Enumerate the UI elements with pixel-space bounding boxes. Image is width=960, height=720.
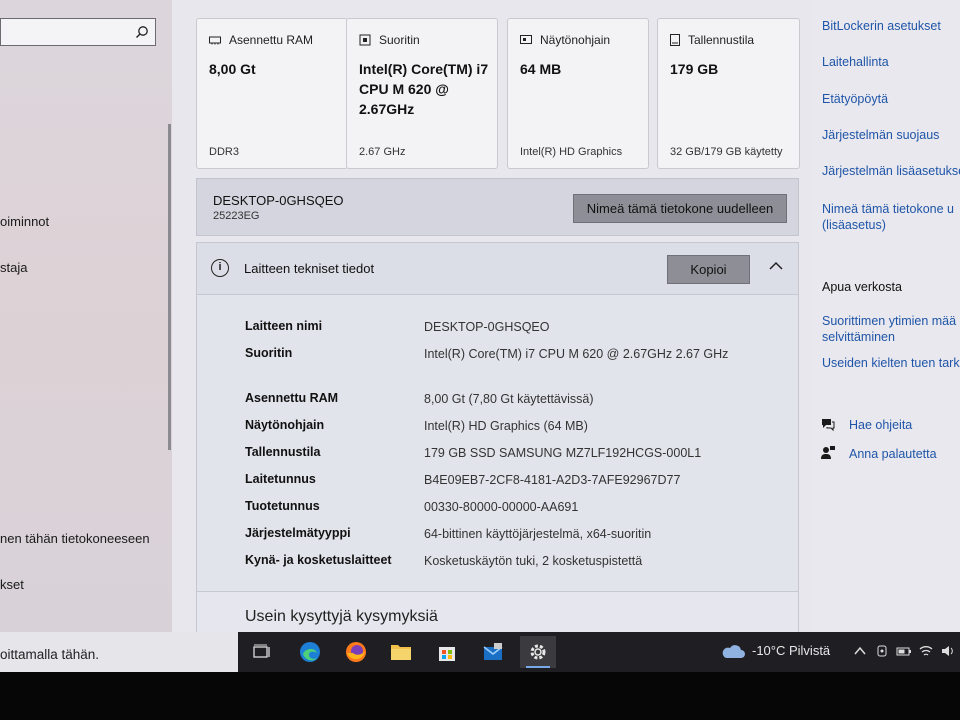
weather-text[interactable]: -10°C Pilvistä <box>752 643 830 658</box>
link-remote-desktop[interactable]: Etätyöpöytä <box>822 91 888 107</box>
spec-key: Suoritin <box>245 346 293 360</box>
sidebar-item-1[interactable]: oiminnot <box>0 214 49 229</box>
spec-key: Laitetunnus <box>245 472 316 486</box>
card-ram-label: Asennettu RAM <box>229 33 314 47</box>
copy-button[interactable]: Kopioi <box>667 255 750 284</box>
help-title: Apua verkosta <box>822 280 902 294</box>
spec-key: Laitteen nimi <box>245 319 323 333</box>
link-advanced-settings[interactable]: Järjestelmän lisäasetukse <box>822 163 960 179</box>
spec-key: Kynä- ja kosketuslaitteet <box>245 553 392 567</box>
card-gpu-sub: Intel(R) HD Graphics <box>520 146 623 158</box>
card-storage: Tallennustila 179 GB 32 GB/179 GB käytet… <box>657 18 800 169</box>
card-storage-sub: 32 GB/179 GB käytetty <box>670 146 783 158</box>
spec-key: Tallennustila <box>245 445 321 459</box>
mail-icon[interactable] <box>475 636 511 668</box>
volume-icon[interactable] <box>940 643 956 659</box>
spec-value: 64-bittinen käyttöjärjestelmä, x64-suori… <box>424 527 652 541</box>
spec-value: 179 GB SSD SAMSUNG MZ7LF192HCGS-000L1 <box>424 446 702 460</box>
spec-key: Näytönohjain <box>245 418 325 432</box>
card-ram-sub: DDR3 <box>209 146 239 158</box>
wifi-icon[interactable] <box>918 643 934 659</box>
card-gpu-label: Näytönohjain <box>540 33 611 47</box>
device-specs-title: Laitteen tekniset tiedot <box>244 261 375 276</box>
rename-pc-button[interactable]: Nimeä tämä tietokone uudelleen <box>573 194 787 223</box>
settings-search-input[interactable] <box>0 18 156 46</box>
card-cpu-value: Intel(R) Core(TM) i7 CPU M 620 @ 2.67GHz <box>359 61 489 117</box>
card-ram: Asennettu RAM 8,00 Gt DDR3 <box>196 18 348 169</box>
card-gpu-value: 64 MB <box>520 61 562 77</box>
spec-value: Intel(R) Core(TM) i7 CPU M 620 @ 2.67GHz… <box>424 347 729 361</box>
link-bitlocker[interactable]: BitLockerin asetukset <box>822 18 941 34</box>
search-icon[interactable] <box>135 25 149 39</box>
taskbar: oittamalla tähän. -10°C Pilvistä <box>0 632 960 672</box>
link-rename-advanced[interactable]: Nimeä tämä tietokone u (lisäasetus) <box>822 201 960 233</box>
sidebar-item-3[interactable]: nen tähän tietokoneeseen <box>0 531 150 546</box>
give-feedback-link[interactable]: Anna palautetta <box>849 446 937 462</box>
firefox-icon[interactable] <box>338 636 374 668</box>
feedback-icon <box>821 446 835 459</box>
cloud-icon[interactable] <box>720 642 746 660</box>
info-icon: i <box>211 259 229 277</box>
related-settings-pane: BitLockerin asetukset Laitehallinta Etät… <box>812 0 960 636</box>
spec-value: 00330-80000-00000-AA691 <box>424 500 579 514</box>
storage-icon <box>670 34 680 46</box>
spec-key: Järjestelmätyyppi <box>245 526 351 540</box>
link-device-manager[interactable]: Laitehallinta <box>822 54 889 70</box>
settings-icon[interactable] <box>520 636 556 668</box>
ram-icon <box>209 36 221 45</box>
faq-title: Usein kysyttyjä kysymyksiä <box>245 608 438 625</box>
card-storage-value: 179 GB <box>670 61 719 77</box>
sidebar-item-4[interactable]: kset <box>0 577 24 592</box>
task-view-icon[interactable] <box>244 636 280 668</box>
spec-value: Kosketuskäytön tuki, 2 kosketuspistettä <box>424 554 643 568</box>
cpu-icon <box>359 34 371 46</box>
spec-value: DESKTOP-0GHSQEO <box>424 320 550 334</box>
file-explorer-icon[interactable] <box>383 636 419 668</box>
monitor-bezel <box>0 672 960 720</box>
spec-value: Intel(R) HD Graphics (64 MB) <box>424 419 588 433</box>
get-help-link[interactable]: Hae ohjeita <box>849 417 912 433</box>
card-cpu: Suoritin Intel(R) Core(TM) i7 CPU M 620 … <box>346 18 498 169</box>
card-cpu-sub: 2.67 GHz <box>359 146 406 158</box>
chevron-up-icon[interactable] <box>852 643 868 659</box>
device-name: DESKTOP-0GHSQEO <box>213 193 344 208</box>
link-language-support[interactable]: Useiden kielten tuen tark <box>822 355 960 371</box>
edge-icon[interactable] <box>292 636 328 668</box>
battery-icon[interactable] <box>896 643 912 659</box>
sidebar-item-2[interactable]: staja <box>0 260 27 275</box>
device-model: 25223EG <box>213 210 260 222</box>
chevron-up-icon[interactable] <box>769 261 783 271</box>
card-cpu-label: Suoritin <box>379 33 420 47</box>
device-specs-panel: i Laitteen tekniset tiedot Kopioi Laitte… <box>196 242 799 651</box>
spec-key: Asennettu RAM <box>245 391 339 405</box>
spec-value: B4E09EB7-2CF8-4181-A2D3-7AFE92967D77 <box>424 473 681 487</box>
meet-now-icon[interactable] <box>875 643 891 659</box>
card-ram-value: 8,00 Gt <box>209 61 256 77</box>
card-gpu: Näytönohjain 64 MB Intel(R) HD Graphics <box>507 18 649 169</box>
sidebar: oiminnot staja nen tähän tietokoneeseen … <box>0 0 172 636</box>
taskbar-search-box[interactable]: oittamalla tähän. <box>0 632 238 672</box>
device-specs-header[interactable]: i Laitteen tekniset tiedot Kopioi <box>197 243 798 295</box>
card-storage-label: Tallennustila <box>688 33 755 47</box>
device-rename-bar: DESKTOP-0GHSQEO 25223EG Nimeä tämä tieto… <box>196 178 799 236</box>
help-chat-icon <box>822 419 835 432</box>
sidebar-scrollbar[interactable] <box>168 124 171 450</box>
link-system-protection[interactable]: Järjestelmän suojaus <box>822 127 939 143</box>
link-cpu-cores[interactable]: Suorittimen ytimien mää selvittäminen <box>822 313 960 345</box>
gpu-icon <box>520 35 532 44</box>
screen: oiminnot staja nen tähän tietokoneeseen … <box>0 0 960 672</box>
store-icon[interactable] <box>429 636 465 668</box>
main-pane: Asennettu RAM 8,00 Gt DDR3 Suoritin Inte… <box>172 0 837 651</box>
spec-key: Tuotetunnus <box>245 499 320 513</box>
spec-value: 8,00 Gt (7,80 Gt käytettävissä) <box>424 392 594 406</box>
